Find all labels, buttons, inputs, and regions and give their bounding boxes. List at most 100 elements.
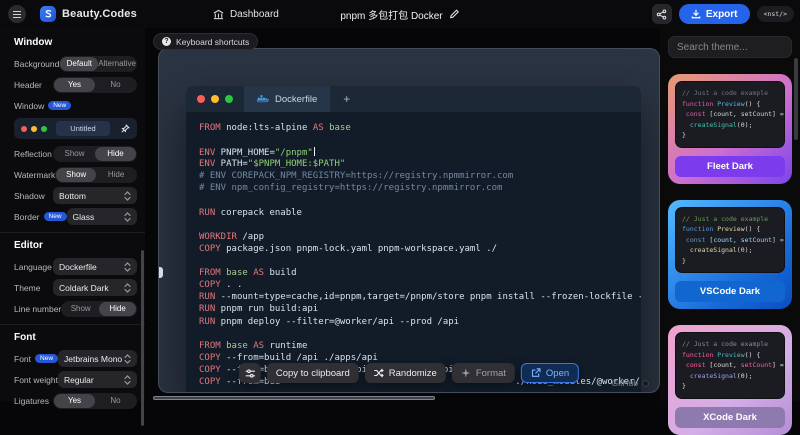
theme-code-preview: // Just a code examplefunction Preview()…	[675, 207, 785, 274]
open-button[interactable]: Open	[521, 363, 579, 383]
row-line-number: Line number Show Hide	[14, 300, 137, 317]
pin-icon[interactable]	[121, 124, 130, 133]
theme-panel-scrollbar[interactable]	[794, 58, 798, 140]
sparkle-icon	[461, 368, 471, 378]
adjust-button[interactable]	[239, 363, 261, 383]
code-token: ENV	[199, 148, 215, 158]
segment-option-show[interactable]: Show	[56, 168, 96, 182]
sidebar-scrollbar[interactable]	[141, 250, 144, 426]
code-token: build	[264, 268, 297, 278]
window-style-preview[interactable]: Untitled	[14, 118, 137, 139]
format-button[interactable]: Format	[452, 363, 515, 383]
preview-token: const	[682, 110, 709, 118]
segment-option-hide[interactable]: Hide	[99, 302, 136, 316]
traffic-light-close-icon	[197, 95, 205, 103]
code-token: # ENV npm_config_registry=https://regist…	[199, 183, 502, 193]
row-reflection: Reflection Show Hide	[14, 145, 137, 162]
preview-token: () {	[745, 351, 761, 359]
border-select[interactable]: Glass	[67, 208, 137, 225]
floating-toolbar: Copy to clipboard Randomize Format Open	[239, 363, 579, 383]
github-watermark[interactable]: GitHub	[612, 378, 649, 388]
copy-label: Copy to clipboard	[276, 368, 350, 379]
edit-title-icon[interactable]	[450, 9, 460, 19]
copy-to-clipboard-button[interactable]: Copy to clipboard	[267, 363, 359, 383]
brand[interactable]: Beauty.Codes	[40, 6, 137, 22]
theme-select-button[interactable]: Fleet Dark	[675, 156, 785, 177]
new-badge: New	[48, 101, 71, 110]
segment-option-show[interactable]: Show	[62, 302, 99, 316]
font-weight-select[interactable]: Regular	[58, 371, 137, 388]
theme-select[interactable]: Coldark Dark	[53, 279, 137, 296]
section-title-font: Font	[14, 332, 131, 343]
preview-line: function Preview() {	[682, 350, 778, 361]
row-language: Language Dockerfile	[14, 258, 137, 275]
shadow-select[interactable]: Bottom	[53, 187, 137, 204]
segment-option-no[interactable]: No	[95, 78, 136, 92]
segment-option-default[interactable]: Default	[60, 57, 98, 71]
theme-panel: // Just a code example function Preview()…	[660, 28, 800, 401]
collapse-handle[interactable]	[158, 267, 163, 278]
updown-chevron-icon	[124, 191, 131, 201]
theme-card[interactable]: // Just a code examplefunction Preview()…	[668, 325, 792, 435]
traffic-light-minimize-icon	[211, 95, 219, 103]
segment-option-alternative[interactable]: Alternative	[98, 57, 136, 71]
preview-token: () {	[745, 100, 761, 108]
code-line	[199, 256, 631, 268]
menu-icon[interactable]	[8, 5, 26, 23]
preview-token: }	[682, 382, 686, 390]
github-label: GitHub	[612, 378, 638, 388]
theme-card[interactable]: // Just a code examplefunction Preview()…	[668, 200, 792, 310]
beauty-codes-logo	[40, 6, 56, 22]
theme-select-button[interactable]: VSCode Dark	[675, 281, 785, 302]
reflection-label: Reflection	[14, 149, 52, 159]
code-area[interactable]: FROM node:lts-alpine AS base ENV PNPM_HO…	[186, 112, 641, 389]
language-select[interactable]: Dockerfile	[53, 258, 137, 275]
segment-option-show[interactable]: Show	[54, 147, 95, 161]
border-value: Glass	[73, 212, 95, 222]
horizontal-scrollbar[interactable]	[153, 396, 435, 400]
shortcut-badge[interactable]: <nst/>	[757, 6, 794, 22]
segment-option-yes[interactable]: Yes	[54, 78, 95, 92]
preview-line: createSignal(0);	[682, 120, 778, 131]
export-button[interactable]: Export	[679, 4, 750, 24]
updown-chevron-icon	[124, 354, 131, 364]
code-line: COPY package.json pnpm-lock.yaml pnpm-wo…	[199, 244, 631, 256]
code-line: RUN --mount=type=cache,id=pnpm,target=/p…	[199, 292, 631, 304]
preview-token: ] =	[772, 361, 784, 369]
theme-code-preview: // Just a code examplefunction Preview()…	[675, 81, 785, 148]
preview-line: }	[682, 130, 778, 141]
share-icon	[656, 9, 667, 20]
preview-token: const	[682, 236, 709, 244]
theme-search-input[interactable]	[668, 36, 792, 58]
keyboard-shortcuts-button[interactable]: ? Keyboard shortcuts	[153, 33, 258, 50]
divider	[0, 324, 145, 325]
section-title-window: Window	[14, 37, 131, 48]
dashboard-button[interactable]: Dashboard	[213, 9, 279, 20]
new-tab-button[interactable]: +	[343, 92, 350, 106]
code-line: # ENV COREPACK_NPM_REGISTRY=https://regi…	[199, 171, 631, 183]
code-token: pnpm run build:api	[215, 304, 318, 314]
language-label: Language	[14, 262, 52, 272]
language-value: Dockerfile	[59, 262, 97, 272]
traffic-light-maximize-icon	[225, 95, 233, 103]
segment-option-hide[interactable]: Hide	[95, 147, 136, 161]
code-token: --mount=type=cache,id=pnpm,target=/pnpm/…	[215, 292, 641, 302]
row-window-style: Window New	[14, 97, 137, 114]
code-line: ENV PNPM_HOME="/pnpm"	[199, 147, 631, 159]
row-shadow: Shadow Bottom	[14, 187, 137, 204]
font-weight-label: Font weight	[14, 375, 58, 385]
code-line: FROM node:lts-alpine AS base	[199, 123, 631, 135]
watermark-label: Watermark	[14, 170, 55, 180]
segment-option-hide[interactable]: Hide	[96, 168, 136, 182]
tab-label: Dockerfile	[275, 94, 317, 105]
font-select[interactable]: Jetbrains Mono	[58, 350, 137, 367]
tab-dockerfile[interactable]: Dockerfile	[244, 86, 330, 112]
brand-name: Beauty.Codes	[62, 8, 137, 20]
preview-token: // Just a code example	[682, 215, 768, 223]
code-token: base	[324, 123, 351, 133]
shadow-value: Bottom	[59, 191, 86, 201]
theme-card[interactable]: // Just a code examplefunction Preview()…	[668, 74, 792, 184]
share-button[interactable]	[652, 4, 672, 24]
randomize-button[interactable]: Randomize	[365, 363, 446, 383]
theme-select-button[interactable]: XCode Dark	[675, 407, 785, 428]
